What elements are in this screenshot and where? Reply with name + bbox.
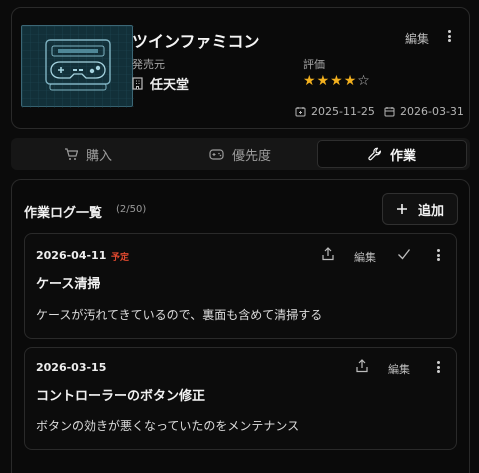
scheduled-badge: 予定 (111, 253, 130, 263)
tab-work-label: 作業 (389, 148, 416, 164)
updated-date: 2026-03-31 (384, 105, 464, 118)
plus-icon (396, 204, 407, 214)
star-filled-icon: ★ (330, 73, 343, 89)
gamepad-icon (209, 148, 224, 160)
worklog-title: 作業ログ一覧 (24, 206, 103, 221)
calendar-plus-icon (295, 107, 306, 117)
share-icon[interactable] (355, 359, 369, 373)
log-date: 2026-03-15 (36, 361, 107, 374)
log-title: ケース清掃 (36, 277, 101, 292)
log-body: ボタンの効きが悪くなっていたのをメンテナンス (36, 419, 300, 433)
rating-stars: ★ ★ ★ ★ ☆ (303, 74, 370, 88)
calendar-icon (384, 107, 395, 117)
edit-log-button[interactable]: 編集 (354, 249, 376, 265)
tab-work[interactable]: 作業 (317, 140, 467, 168)
maker-value: 任天堂 (132, 74, 189, 93)
check-icon[interactable] (397, 248, 411, 260)
edit-log-button[interactable]: 編集 (388, 361, 410, 377)
console-image (21, 25, 134, 108)
log-body: ケースが汚れてきているので、裏面も含めて清掃する (36, 308, 323, 322)
star-filled-icon: ★ (303, 73, 316, 89)
log-title: コントローラーのボタン修正 (36, 389, 206, 404)
item-info-card: ツインファミコン 編集 発売元 任天堂 評価 ★ ★ ★ ★ ☆ 2025-11-25 … (11, 7, 470, 129)
item-more-menu-icon[interactable] (442, 28, 456, 44)
star-filled-icon: ★ (343, 73, 357, 89)
building-icon (132, 77, 143, 90)
log-more-menu-icon[interactable] (431, 359, 445, 375)
added-date-value: 2025-11-25 (311, 105, 375, 118)
log-entry: 2026-03-15 編集 コントローラーのボタン修正 ボタンの効きが悪くなって… (24, 347, 457, 450)
rating-label: 評価 (303, 58, 325, 71)
maker-label: 発売元 (132, 58, 165, 71)
tab-priority-label: 優先度 (231, 148, 271, 164)
tab-purchase[interactable]: 購入 (14, 140, 162, 168)
log-entry: 2026-04-11 予定 編集 ケース清掃 ケースが汚れてきているので、裏面も… (24, 233, 457, 339)
item-title: ツインファミコン (132, 32, 260, 51)
log-more-menu-icon[interactable] (431, 247, 445, 263)
tab-purchase-label: 購入 (85, 148, 112, 164)
wrench-icon (368, 147, 381, 161)
tab-priority[interactable]: 優先度 (166, 140, 314, 168)
cart-icon (64, 147, 78, 160)
share-icon[interactable] (321, 247, 335, 261)
edit-item-button[interactable]: 編集 (405, 30, 429, 47)
maker-name: 任天堂 (150, 78, 190, 93)
add-log-button[interactable]: 追加 (382, 193, 458, 225)
add-log-label: 追加 (417, 203, 444, 219)
tab-bar: 購入 優先度 作業 (11, 138, 470, 170)
worklog-count: (2/50) (116, 204, 147, 215)
added-date: 2025-11-25 (295, 105, 375, 118)
worklog-section: 作業ログ一覧 (2/50) 追加 2026-04-11 予定 編集 ケース清掃 … (11, 179, 470, 473)
star-filled-icon: ★ (316, 73, 330, 89)
log-date: 2026-04-11 (36, 249, 107, 262)
star-empty-icon: ☆ (357, 73, 370, 89)
updated-date-value: 2026-03-31 (400, 105, 464, 118)
